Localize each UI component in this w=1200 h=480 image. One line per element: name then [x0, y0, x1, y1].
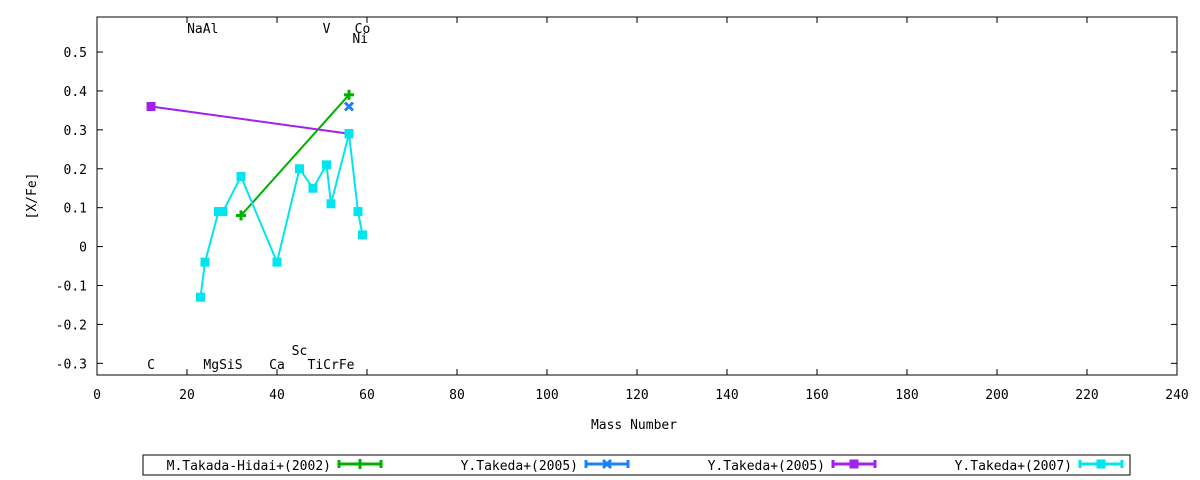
y-tick-label: -0.2	[56, 318, 87, 333]
data-point	[196, 292, 205, 302]
series-group	[146, 89, 367, 302]
data-point	[343, 101, 355, 112]
data-point	[353, 207, 363, 217]
data-point	[358, 230, 367, 240]
x-tick-label: 120	[625, 388, 648, 403]
element-annotations: NaAl V CoNiC MgSiS CaScTiCrFe	[147, 22, 370, 373]
y-axis-label: [X/Fe]	[25, 173, 40, 220]
data-point	[218, 207, 228, 217]
data-point	[326, 199, 336, 209]
legend-marker	[1096, 459, 1106, 469]
x-tick-label: 180	[895, 388, 918, 403]
x-tick-label: 140	[715, 388, 738, 403]
legend: M.Takada-Hidai+(2002) Y.Takeda+(2005) Y.Ta…	[167, 458, 1124, 474]
y-tick-label: 0.5	[64, 46, 87, 61]
y-tick-label: -0.3	[56, 357, 87, 372]
element-label: Ca	[269, 358, 285, 373]
chart: 0 20 40 60 80 100 120 140 160 180 200 220 240 -0.3 -0.…	[25, 16, 1189, 476]
x-tick-label: 40	[269, 388, 285, 403]
x-tick-label: 220	[1075, 388, 1098, 403]
x-tick-label: 200	[985, 388, 1008, 403]
element-label: C	[147, 358, 155, 373]
x-tick-label: 100	[535, 388, 558, 403]
element-label: TiCrFe	[308, 358, 355, 373]
element-label: Ni	[352, 32, 368, 47]
element-label: MgSiS	[203, 358, 242, 373]
element-label: Sc	[292, 344, 308, 359]
legend-label: Y.Takeda+(2005)	[708, 459, 825, 474]
data-point	[272, 257, 282, 267]
x-tick-label: 0	[93, 388, 101, 403]
y-tick-label: 0.1	[64, 202, 87, 217]
legend-marker	[355, 459, 365, 469]
series-line-3	[150, 105, 350, 135]
x-tick-label: 60	[359, 388, 375, 403]
data-point	[308, 183, 318, 193]
legend-label: M.Takada-Hidai+(2002)	[167, 459, 331, 474]
legend-marker	[849, 459, 859, 469]
y-tick-label: 0.3	[64, 124, 87, 139]
x-axis-label: Mass Number	[591, 418, 677, 433]
legend-label: Y.Takeda+(2005)	[461, 459, 578, 474]
x-tick-label: 160	[805, 388, 828, 403]
y-tick-label: 0	[79, 241, 87, 256]
legend-label: Y.Takeda+(2007)	[955, 459, 1072, 474]
x-tick-label: 80	[449, 388, 465, 403]
x-tick-label: 240	[1165, 388, 1188, 403]
data-point	[322, 160, 331, 170]
y-tick-label: 0.4	[64, 85, 88, 100]
data-point	[295, 164, 304, 174]
x-tick-label: 20	[179, 388, 195, 403]
data-point	[236, 172, 246, 182]
data-point	[200, 257, 210, 267]
data-point	[344, 129, 354, 139]
element-label: NaAl	[187, 22, 218, 37]
y-tick-label: 0.2	[64, 163, 87, 178]
data-point	[146, 102, 156, 111]
element-label: V	[323, 22, 331, 37]
y-tick-label: -0.1	[56, 280, 87, 295]
